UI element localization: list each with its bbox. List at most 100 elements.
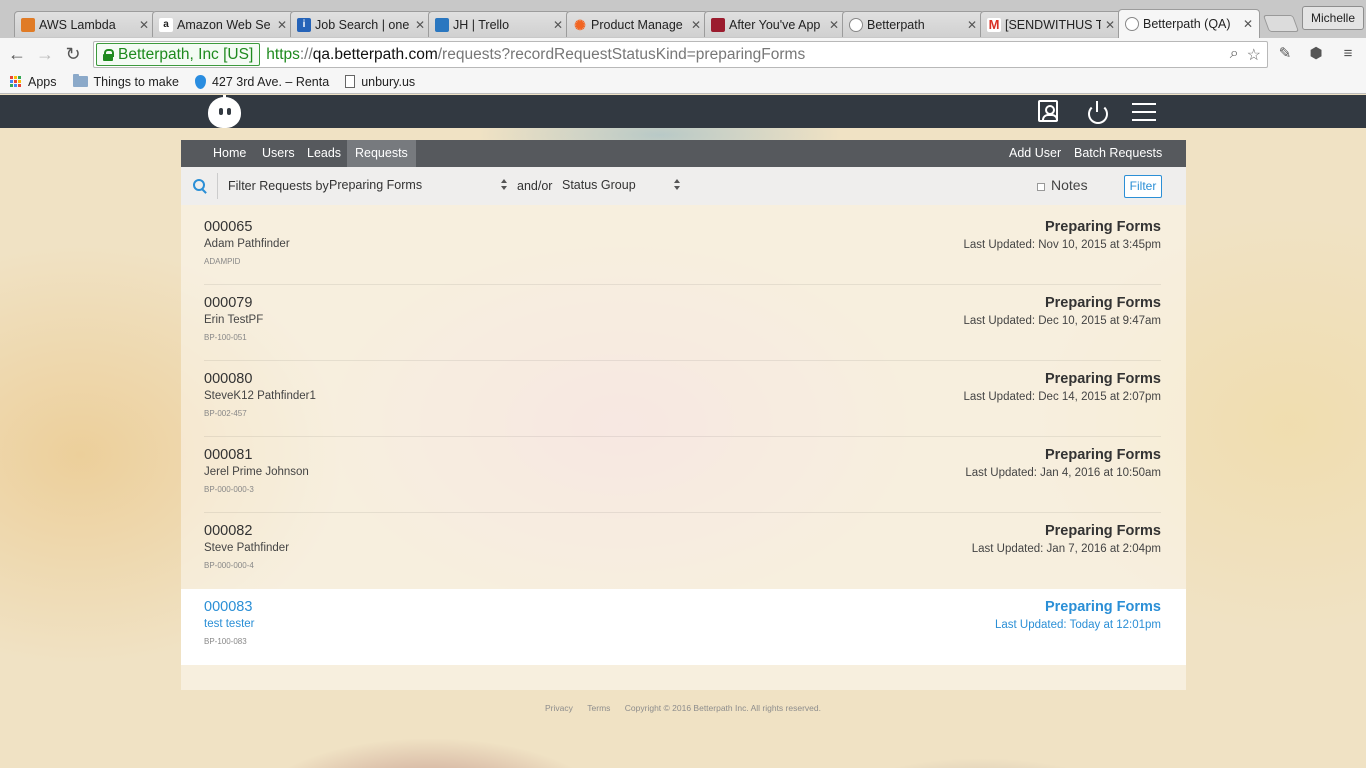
bookmark-apps[interactable]: Apps — [10, 75, 57, 89]
info-icon: i — [297, 17, 311, 32]
request-number: 000080 — [204, 371, 253, 387]
forward-arrow-icon[interactable]: → — [35, 44, 55, 64]
browser-tab[interactable]: i Job Search | one ✕ — [290, 11, 432, 37]
search-icon[interactable] — [193, 179, 207, 193]
browser-tab-strip: AWS Lambda ✕ a Amazon Web Se ✕ i Job Sea… — [0, 0, 1366, 40]
browser-tab[interactable]: ✺ Product Manage ✕ — [566, 11, 708, 37]
close-tab-icon[interactable]: ✕ — [691, 18, 701, 32]
request-name: test tester — [204, 618, 255, 630]
bookmark-427-3rd-ave[interactable]: 427 3rd Ave. – Renta — [194, 74, 329, 89]
bookmark-unbury-us[interactable]: unbury.us — [345, 75, 415, 89]
request-row-highlighted[interactable]: 000083 test tester BP-100-083 Preparing … — [181, 589, 1186, 665]
close-tab-icon[interactable]: ✕ — [139, 18, 149, 32]
user-profile-icon[interactable] — [1038, 100, 1058, 122]
request-last-updated: Last Updated: Jan 4, 2016 at 10:50am — [965, 467, 1161, 479]
url-separator: :// — [299, 45, 313, 63]
filter-button[interactable]: Filter — [1124, 175, 1162, 198]
copyright-text: Copyright © 2016 Betterpath Inc. All rig… — [624, 703, 821, 713]
ev-label: Betterpath, Inc [US] — [118, 45, 254, 63]
close-tab-icon[interactable]: ✕ — [967, 18, 977, 32]
terms-link[interactable]: Terms — [587, 703, 610, 713]
close-tab-icon[interactable]: ✕ — [553, 18, 563, 32]
request-row[interactable]: 000079 Erin TestPF BP-100-051 Preparing … — [181, 285, 1186, 361]
request-number: 000079 — [204, 295, 253, 311]
request-name: Jerel Prime Johnson — [204, 466, 309, 478]
request-name: Adam Pathfinder — [204, 238, 290, 250]
back-arrow-icon[interactable]: ← — [7, 44, 27, 64]
brand-icon — [711, 17, 725, 32]
request-last-updated: Last Updated: Today at 12:01pm — [994, 619, 1161, 631]
reload-icon[interactable]: ↻ — [63, 44, 83, 64]
search-icon[interactable]: ⌕ — [1230, 45, 1239, 65]
notes-checkbox[interactable] — [1037, 183, 1045, 191]
tab-title: Betterpath (QA) — [1143, 17, 1231, 31]
bookmark-label: Apps — [28, 74, 57, 89]
browser-tab[interactable]: After You've App ✕ — [704, 11, 846, 37]
browser-tab[interactable]: Betterpath ✕ — [842, 11, 984, 37]
chrome-menu-icon[interactable]: ≡ — [1339, 45, 1357, 63]
nav-requests[interactable]: Requests — [347, 140, 416, 167]
request-code: BP-100-051 — [204, 333, 247, 342]
status-select[interactable]: Preparing Forms — [329, 178, 507, 194]
requests-panel: Home Users Leads Requests Add User Batch… — [181, 140, 1186, 690]
close-tab-icon[interactable]: ✕ — [415, 18, 425, 32]
extension-icon[interactable]: ✎ — [1276, 45, 1294, 63]
request-status: Preparing Forms — [1044, 599, 1161, 615]
nav-users[interactable]: Users — [254, 140, 303, 167]
url-path: /requests?recordRequestStatusKind=prepar… — [437, 45, 806, 63]
batch-requests-link[interactable]: Batch Requests — [1066, 140, 1170, 167]
browser-tab[interactable]: M [SENDWITHUS TE ✕ — [980, 11, 1122, 37]
extension-hexagon-icon[interactable]: ⬢ — [1307, 45, 1325, 63]
request-name: Steve Pathfinder — [204, 542, 290, 554]
request-row[interactable]: 000065 Adam Pathfinder ADAMPID Preparing… — [181, 209, 1186, 285]
close-tab-icon[interactable]: ✕ — [1243, 17, 1253, 31]
add-user-link[interactable]: Add User — [1001, 140, 1069, 167]
profile-button[interactable]: Michelle — [1302, 6, 1365, 30]
status-group-select-value: Status Group — [562, 178, 636, 192]
betterpath-logo[interactable] — [208, 95, 241, 128]
status-group-select[interactable]: Status Group — [562, 178, 680, 194]
ev-certificate-badge[interactable]: Betterpath, Inc [US] — [96, 43, 261, 66]
browser-tab[interactable]: JH | Trello ✕ — [428, 11, 570, 37]
url-host: qa.betterpath.com — [312, 45, 438, 63]
hamburger-menu-icon[interactable] — [1132, 103, 1156, 121]
and-or-label: and/or — [517, 179, 553, 193]
browser-tab-active[interactable]: Betterpath (QA) ✕ — [1118, 9, 1260, 38]
address-bar[interactable]: Betterpath, Inc [US] https://qa.betterpa… — [93, 41, 1268, 68]
request-status: Preparing Forms — [1044, 447, 1161, 463]
notes-toggle[interactable]: Notes — [1037, 177, 1088, 193]
tab-title: Product Manage — [591, 17, 683, 32]
request-row[interactable]: 000080 SteveK12 Pathfinder1 BP-002-457 P… — [181, 361, 1186, 437]
request-row[interactable]: 000081 Jerel Prime Johnson BP-000-000-3 … — [181, 437, 1186, 513]
url-text[interactable]: https://qa.betterpath.com/requests?recor… — [266, 46, 805, 64]
page-icon — [345, 75, 356, 88]
browser-tab[interactable]: AWS Lambda ✕ — [14, 11, 156, 37]
close-tab-icon[interactable]: ✕ — [277, 18, 287, 32]
browser-tab[interactable]: a Amazon Web Se ✕ — [152, 11, 294, 37]
request-number: 000081 — [204, 447, 253, 463]
robot-icon — [1125, 17, 1139, 31]
tab-title: AWS Lambda — [39, 17, 116, 32]
bookmark-label: Things to make — [93, 74, 179, 89]
app-header — [0, 95, 1366, 128]
page-content: Home Users Leads Requests Add User Batch… — [0, 95, 1366, 768]
tab-title: JH | Trello — [453, 17, 510, 32]
request-code: ADAMPID — [204, 257, 241, 266]
nav-leads[interactable]: Leads — [299, 140, 349, 167]
bookmark-folder-things-to-make[interactable]: Things to make — [72, 74, 179, 89]
new-tab-button[interactable] — [1262, 15, 1300, 32]
request-name: Erin TestPF — [204, 314, 264, 326]
tab-title: [SENDWITHUS TE — [1005, 17, 1101, 32]
request-number: 000082 — [204, 523, 253, 539]
request-status: Preparing Forms — [1044, 295, 1161, 311]
star-icon[interactable]: ☆ — [1247, 45, 1261, 65]
request-row[interactable]: 000082 Steve Pathfinder BP-000-000-4 Pre… — [181, 513, 1186, 589]
close-tab-icon[interactable]: ✕ — [1105, 18, 1115, 32]
close-tab-icon[interactable]: ✕ — [829, 18, 839, 32]
power-icon[interactable] — [1086, 100, 1110, 124]
privacy-link[interactable]: Privacy — [545, 703, 573, 713]
apps-icon — [10, 75, 22, 88]
select-arrows-icon — [674, 179, 680, 191]
nav-home[interactable]: Home — [205, 140, 254, 167]
lock-icon — [103, 48, 114, 61]
